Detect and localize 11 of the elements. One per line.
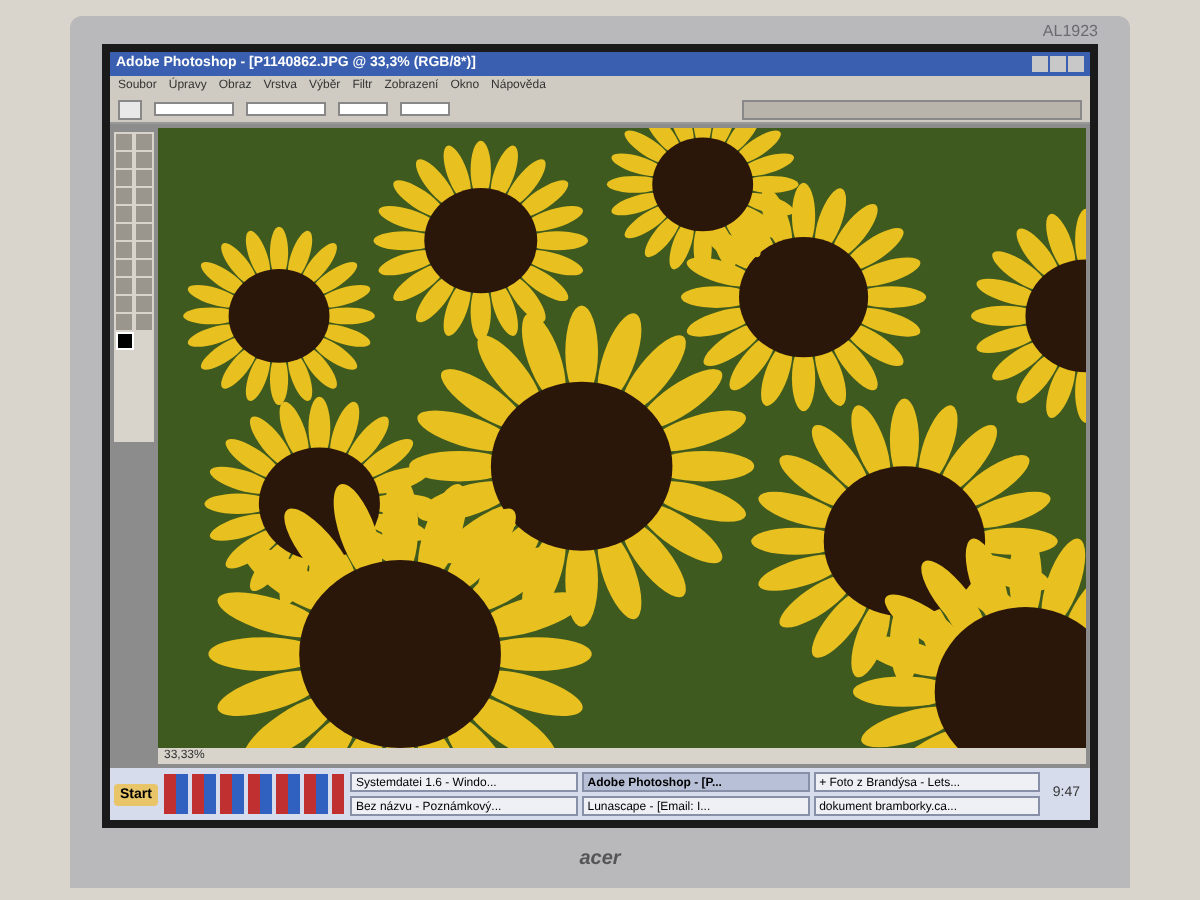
option-dropdown[interactable] <box>246 102 326 116</box>
color-swatch-icon[interactable] <box>116 332 134 350</box>
option-field[interactable] <box>154 102 234 116</box>
option-field[interactable] <box>400 102 450 116</box>
close-button[interactable] <box>1068 56 1084 72</box>
option-field[interactable] <box>338 102 388 116</box>
tool-preset-icon[interactable] <box>118 99 142 119</box>
brand-logo: acer <box>579 845 621 873</box>
minimize-button[interactable] <box>1032 56 1048 72</box>
monitor-model-label: AL1923 <box>1042 20 1098 44</box>
maximize-button[interactable] <box>1050 56 1066 72</box>
